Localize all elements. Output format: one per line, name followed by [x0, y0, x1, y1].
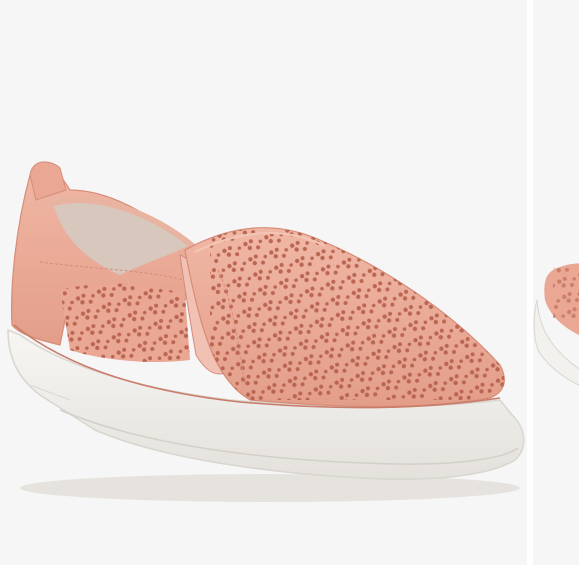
- gallery-footer: [0, 565, 579, 580]
- image-gallery: [0, 0, 579, 580]
- current-product-image[interactable]: [0, 0, 527, 565]
- ground-shadow: [20, 474, 520, 502]
- slip-on-sneaker-illustration: [7, 161, 525, 502]
- partial-sneaker-illustration: [533, 263, 579, 386]
- next-product-image-preview[interactable]: [533, 0, 579, 565]
